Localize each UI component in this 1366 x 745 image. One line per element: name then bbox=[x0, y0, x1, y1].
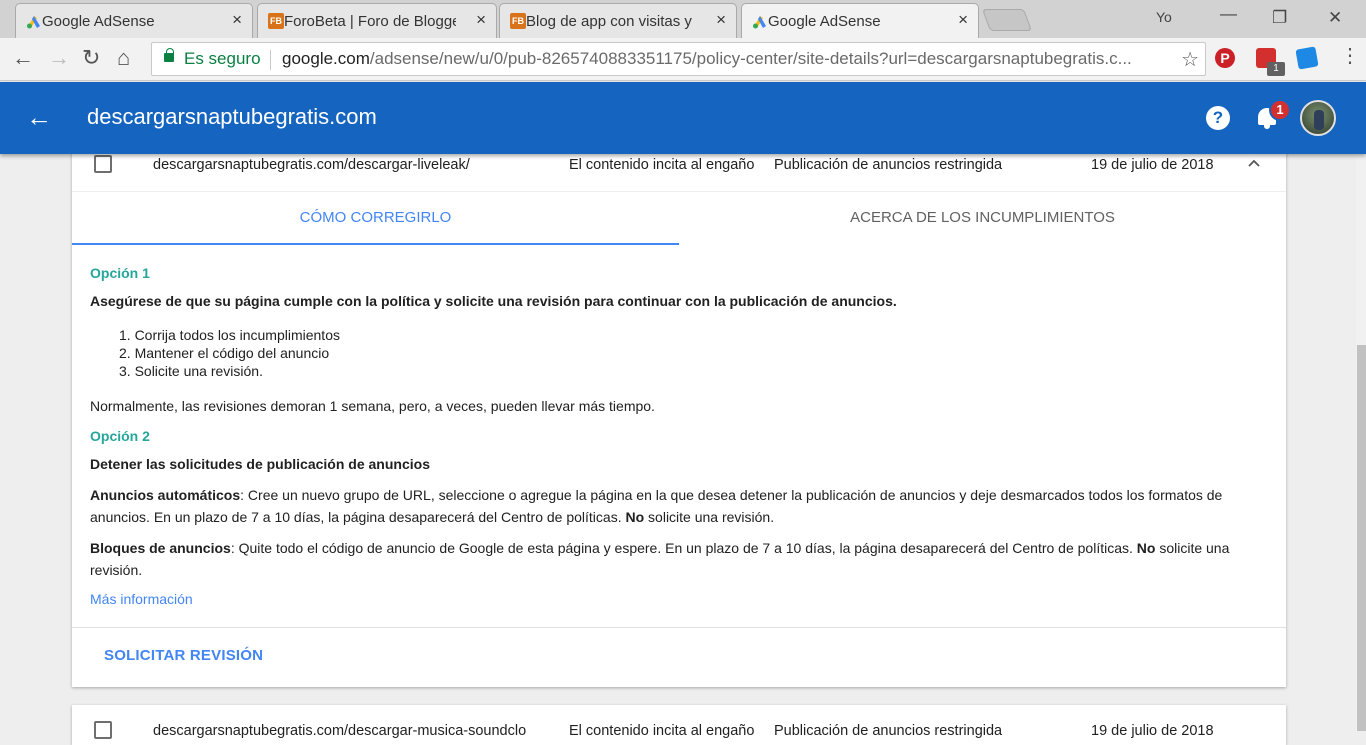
tab-title: Google AdSense bbox=[768, 12, 881, 30]
more-info-link[interactable]: Más información bbox=[90, 591, 193, 607]
help-icon[interactable]: ? bbox=[1206, 106, 1230, 130]
steps-list: 1. Corrija todos los incumplimientos 2. … bbox=[119, 326, 340, 380]
avatar[interactable] bbox=[1300, 100, 1336, 136]
list-item: 3. Solicite una revisión. bbox=[119, 363, 263, 379]
row-checkbox[interactable] bbox=[94, 155, 112, 173]
extension-badge: 1 bbox=[1267, 62, 1285, 76]
review-note: Normalmente, las revisiones demoran 1 se… bbox=[90, 398, 655, 414]
lock-icon bbox=[164, 48, 174, 62]
page-title: descargarsnaptubegratis.com bbox=[87, 104, 377, 129]
issue-violation: El contenido incita al engaño bbox=[569, 157, 755, 173]
notification-badge: 1 bbox=[1269, 99, 1291, 121]
adsense-icon bbox=[753, 16, 766, 29]
user-profile-button[interactable]: Yo bbox=[1156, 9, 1172, 25]
request-review-button[interactable]: SOLICITAR REVISIÓN bbox=[104, 647, 263, 664]
url-text[interactable]: google.com/adsense/new/u/0/pub-826574088… bbox=[282, 49, 1167, 69]
tab-title: ForoBeta | Foro de Blogge bbox=[284, 12, 456, 30]
home-icon[interactable]: ⌂ bbox=[117, 47, 130, 69]
list-item: 2. Mantener el código del anuncio bbox=[119, 345, 330, 361]
browser-tab-forobeta[interactable]: FB ForoBeta | Foro de Blogge × bbox=[257, 3, 497, 38]
divider bbox=[72, 627, 1286, 628]
forobeta-icon: FB bbox=[268, 13, 284, 29]
issue-url: descargarsnaptubegratis.com/descargar-mu… bbox=[153, 723, 527, 739]
ad-blocks-paragraph: Bloques de anuncios: Quite todo el códig… bbox=[90, 537, 1260, 581]
back-icon[interactable]: ← bbox=[12, 47, 34, 69]
issue-violation: El contenido incita al engaño bbox=[569, 723, 755, 739]
pinterest-icon[interactable]: P bbox=[1215, 48, 1235, 68]
ad-blocks-no: No bbox=[1136, 540, 1156, 556]
option-1-heading: Asegúrese de que su página cumple con la… bbox=[90, 293, 897, 309]
divider bbox=[270, 50, 271, 70]
url-domain: google.com bbox=[282, 49, 370, 68]
issue-status: Publicación de anuncios restringida bbox=[774, 723, 1003, 739]
chevron-up-icon[interactable] bbox=[1248, 159, 1260, 167]
auto-ads-paragraph: Anuncios automáticos: Cree un nuevo grup… bbox=[90, 484, 1260, 528]
ad-blocks-text: : Quite todo el código de anuncio de Goo… bbox=[230, 540, 1137, 556]
new-tab-button[interactable] bbox=[981, 9, 1033, 31]
browser-toolbar: ← → ↻ ⌂ Es seguro google.com/adsense/new… bbox=[0, 38, 1366, 81]
tab-title: Blog de app con visitas y bbox=[526, 12, 692, 30]
app-header: ← descargarsnaptubegratis.com ? bbox=[0, 82, 1366, 154]
option-2-heading: Detener las solicitudes de publicación d… bbox=[90, 456, 430, 472]
browser-tab-adsense-1[interactable]: Google AdSense × bbox=[15, 3, 253, 38]
forward-icon[interactable]: → bbox=[48, 47, 70, 69]
browser-tab-adsense-active[interactable]: Google AdSense × bbox=[741, 3, 979, 38]
tab-title: Google AdSense bbox=[42, 12, 155, 30]
option-2-label: Opción 2 bbox=[90, 428, 150, 444]
browser-menu-icon[interactable]: ⋮ bbox=[1340, 46, 1360, 66]
forobeta-icon: FB bbox=[510, 13, 526, 29]
issue-card: descargarsnaptubegratis.com/descargar-mu… bbox=[72, 705, 1286, 745]
back-arrow-icon[interactable]: ← bbox=[26, 102, 52, 132]
extension-icon[interactable] bbox=[1295, 46, 1319, 70]
close-icon[interactable]: × bbox=[476, 10, 486, 30]
browser-tab-strip: Google AdSense × FB ForoBeta | Foro de B… bbox=[0, 0, 1366, 38]
maximize-icon[interactable]: ❐ bbox=[1272, 8, 1287, 28]
auto-ads-end: solicite una revisión. bbox=[644, 509, 775, 525]
close-icon[interactable]: × bbox=[716, 10, 726, 30]
auto-ads-no: No bbox=[625, 509, 645, 525]
close-icon[interactable]: × bbox=[958, 10, 968, 30]
adsense-icon bbox=[27, 16, 40, 29]
tab-about-violations[interactable]: ACERCA DE LOS INCUMPLIMIENTOS bbox=[679, 192, 1286, 245]
option-1-label: Opción 1 bbox=[90, 265, 150, 281]
reload-icon[interactable]: ↻ bbox=[82, 47, 100, 69]
scrollbar-thumb[interactable] bbox=[1357, 345, 1366, 731]
browser-tab-blog[interactable]: FB Blog de app con visitas y × bbox=[499, 3, 737, 38]
issue-url: descargarsnaptubegratis.com/descargar-li… bbox=[153, 157, 470, 173]
tab-how-to-fix[interactable]: CÓMO CORREGIRLO bbox=[72, 192, 679, 245]
close-icon[interactable]: × bbox=[232, 10, 242, 30]
secure-label: Es seguro bbox=[184, 49, 261, 68]
issue-date: 19 de julio de 2018 bbox=[1091, 723, 1214, 739]
auto-ads-title: Anuncios automáticos bbox=[90, 487, 241, 503]
issue-date: 19 de julio de 2018 bbox=[1091, 157, 1214, 173]
issue-card: descargarsnaptubegratis.com/descargar-li… bbox=[72, 150, 1286, 687]
issue-status: Publicación de anuncios restringida bbox=[774, 157, 1003, 173]
list-item: 1. Corrija todos los incumplimientos bbox=[119, 327, 340, 343]
minimize-icon[interactable]: — bbox=[1220, 4, 1237, 24]
bookmark-star-icon[interactable]: ☆ bbox=[1181, 47, 1199, 72]
url-path: /adsense/new/u/0/pub-8265740883351175/po… bbox=[369, 49, 1132, 68]
row-checkbox[interactable] bbox=[94, 721, 112, 739]
ad-blocks-title: Bloques de anuncios bbox=[90, 540, 231, 556]
close-window-icon[interactable]: ✕ bbox=[1328, 8, 1342, 28]
address-bar[interactable]: Es seguro google.com/adsense/new/u/0/pub… bbox=[151, 42, 1206, 76]
